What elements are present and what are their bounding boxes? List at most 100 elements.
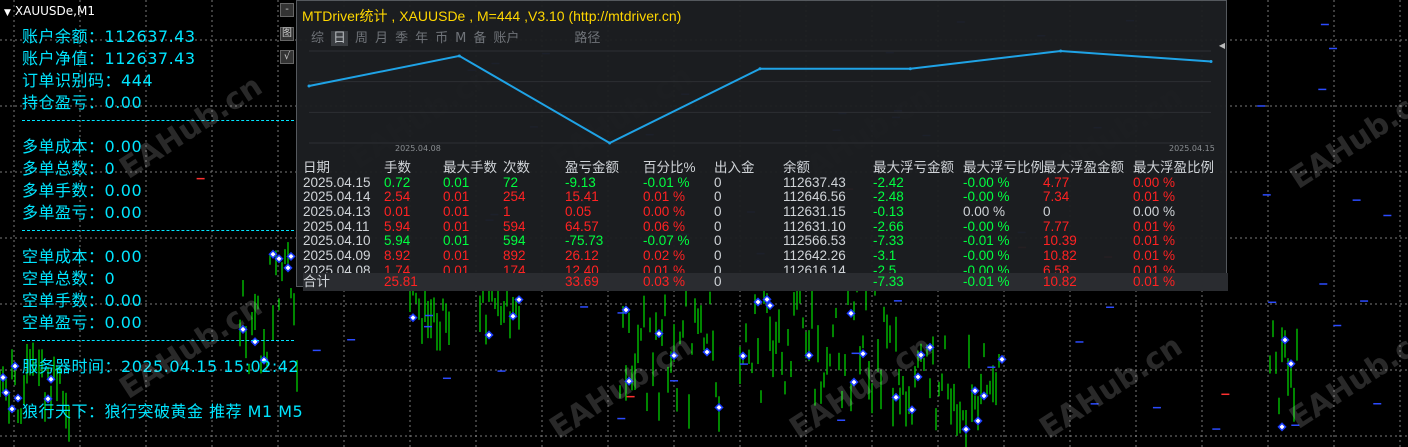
cell-max-lots: 0.01 bbox=[443, 174, 470, 190]
cell-pct: 0.06 % bbox=[643, 218, 686, 234]
total-max-fp-pct: 0.01 % bbox=[1133, 274, 1176, 289]
cell-lots: 2.54 bbox=[384, 189, 411, 205]
cell-pct: 0.02 % bbox=[643, 248, 686, 264]
cell-io: 0 bbox=[714, 189, 722, 205]
cell-pnl: 26.12 bbox=[565, 248, 599, 264]
order-magic: 订单识别码：444 bbox=[22, 71, 154, 90]
total-io: 0 bbox=[714, 274, 722, 289]
table-row: 2025.04.13 0.01 0.01 1 0.05 0.00 % 0 112631.15 -… bbox=[303, 204, 1225, 220]
cell-count: 594 bbox=[503, 218, 526, 234]
cell-max-fp: 7.34 bbox=[1043, 189, 1070, 205]
confirm-button[interactable]: √ bbox=[280, 50, 294, 64]
cell-pnl: -75.73 bbox=[565, 233, 604, 249]
total-lots: 25.81 bbox=[384, 274, 418, 289]
equity-point-2025.04.14 bbox=[1059, 49, 1063, 53]
column-header: 日期 bbox=[303, 160, 330, 175]
cell-lots: 8.92 bbox=[384, 248, 411, 264]
cell-max-fp: 10.39 bbox=[1043, 233, 1077, 249]
ea-name: 狼行天下：狼行突破黄金 推荐 M1 M5 bbox=[22, 402, 304, 421]
cell-date: 2025.04.11 bbox=[303, 218, 370, 234]
cell-count: 1 bbox=[503, 204, 511, 220]
equity-line bbox=[308, 49, 1212, 145]
cell-max-fp-pct: 0.01 % bbox=[1133, 248, 1176, 264]
cell-io: 0 bbox=[714, 248, 722, 264]
x-tick-end: 2025.04.15 bbox=[1169, 144, 1215, 153]
divider bbox=[22, 230, 294, 231]
cell-max-fp-pct: 0.01 % bbox=[1133, 189, 1176, 205]
cell-pct: -0.07 % bbox=[643, 233, 690, 249]
short-cost: 空单成本：0.00 bbox=[22, 247, 143, 266]
cell-date: 2025.04.14 bbox=[303, 189, 371, 205]
cell-count: 254 bbox=[503, 189, 526, 205]
equity-point-2025.04.13 bbox=[908, 67, 912, 71]
cell-max-fp: 10.82 bbox=[1043, 248, 1077, 264]
cell-balance: 112631.15 bbox=[783, 204, 846, 220]
cell-io: 0 bbox=[714, 174, 722, 190]
chart-toggle-button[interactable]: 图 bbox=[280, 27, 294, 41]
equity-point-2025.04.15 bbox=[1209, 59, 1213, 63]
cell-max-dd-pct: -0.01 % bbox=[963, 233, 1010, 249]
column-header: 次数 bbox=[503, 160, 530, 175]
table-row: 2025.04.15 0.72 0.01 72 -9.13 -0.01 % 0 112637.… bbox=[303, 174, 1225, 191]
cell-date: 2025.04.15 bbox=[303, 174, 371, 190]
cell-max-dd: -2.66 bbox=[873, 218, 904, 234]
short-count: 空单总数：0 bbox=[22, 269, 116, 288]
equity-chart-grid bbox=[309, 50, 1211, 144]
long-count: 多单总数：0 bbox=[22, 159, 116, 178]
cell-max-lots: 0.01 bbox=[443, 204, 470, 220]
equity-series bbox=[307, 49, 1213, 145]
cell-max-dd: -0.13 bbox=[873, 204, 904, 220]
minimize-button[interactable]: - bbox=[280, 3, 294, 17]
equity-line-chart bbox=[307, 49, 1213, 145]
cell-lots: 0.72 bbox=[384, 174, 411, 190]
short-lots: 空单手数：0.00 bbox=[22, 291, 143, 310]
cell-date: 2025.04.10 bbox=[303, 233, 371, 249]
table-row: 2025.04.14 2.54 0.01 254 15.41 0.01 % 0 112646.… bbox=[303, 190, 1225, 205]
cell-max-dd: -3.1 bbox=[873, 248, 897, 264]
divider bbox=[22, 340, 294, 341]
cell-pct: -0.01 % bbox=[643, 174, 690, 190]
total-pnl: 33.69 bbox=[565, 274, 599, 289]
cell-count: 594 bbox=[503, 233, 526, 249]
x-tick-start: 2025.04.08 bbox=[395, 144, 441, 153]
cell-pnl: 0.05 bbox=[565, 204, 592, 220]
column-header: 盈亏金额 bbox=[565, 160, 619, 175]
cell-date: 2025.04.13 bbox=[303, 204, 371, 220]
column-header: 最大浮亏金额 bbox=[873, 160, 954, 175]
cell-balance: 112637.43 bbox=[783, 174, 846, 190]
triangle-left-icon[interactable]: ◀ bbox=[1219, 41, 1225, 50]
long-lots: 多单手数：0.00 bbox=[22, 181, 143, 200]
cell-balance: 112566.53 bbox=[783, 233, 846, 249]
cell-max-dd-pct: -0.00 % bbox=[963, 189, 1010, 205]
total-label: 合计 bbox=[303, 274, 330, 289]
dropdown-triangle-icon[interactable]: ▼ bbox=[4, 8, 11, 18]
equity-point-2025.04.08 bbox=[307, 84, 311, 88]
table-header: 日期 手数 最大手数 次数 盈亏金额 百分比% 出入金 余额 最大浮亏金额 最大浮亏比例 最大浮盈金… bbox=[303, 160, 1225, 176]
cell-max-dd: -2.48 bbox=[873, 189, 904, 205]
cell-max-fp-pct: 0.01 % bbox=[1133, 233, 1176, 249]
cell-max-fp: 0 bbox=[1043, 204, 1051, 220]
cell-max-fp-pct: 0.00 % bbox=[1133, 174, 1176, 190]
column-header: 出入金 bbox=[714, 160, 755, 175]
table-row: 2025.04.11 5.94 0.01 594 64.57 0.06 % 0 112631.… bbox=[303, 218, 1225, 235]
cell-pnl: 64.57 bbox=[565, 218, 599, 234]
cell-count: 892 bbox=[503, 248, 526, 264]
long-pnl: 多单盈亏：0.00 bbox=[22, 203, 143, 222]
cell-pnl: 15.41 bbox=[565, 189, 599, 205]
column-header: 最大浮盈金额 bbox=[1043, 160, 1124, 175]
total-max-dd-pct: -0.01 % bbox=[963, 274, 1010, 289]
position-pnl: 持仓盈亏：0.00 bbox=[22, 93, 143, 112]
cell-pct: 0.00 % bbox=[643, 204, 686, 220]
table-total-row: 合计 25.81 33.69 0.03 % 0 -7.33 -0.01 % 10.82 0.01… bbox=[303, 273, 1228, 291]
cell-max-dd-pct: -0.00 % bbox=[963, 174, 1010, 190]
total-max-fp: 10.82 bbox=[1043, 274, 1077, 289]
cell-max-fp: 4.77 bbox=[1043, 174, 1070, 190]
column-header: 余额 bbox=[783, 160, 810, 175]
stats-panel[interactable]: MTDriver统计 , XAUUSDe , M=444 ,V3.10 (htt… bbox=[296, 0, 1228, 291]
total-pct: 0.03 % bbox=[643, 274, 686, 289]
total-max-dd: -7.33 bbox=[873, 274, 904, 289]
daily-stats-table: 日期 手数 最大手数 次数 盈亏金额 百分比% 出入金 余额 最大浮亏金额 最大浮亏比例 最大浮盈金… bbox=[303, 160, 1228, 291]
short-pnl: 空单盈亏：0.00 bbox=[22, 313, 143, 332]
column-header: 最大浮盈比例 bbox=[1133, 160, 1214, 175]
cell-max-fp: 7.77 bbox=[1043, 218, 1070, 234]
